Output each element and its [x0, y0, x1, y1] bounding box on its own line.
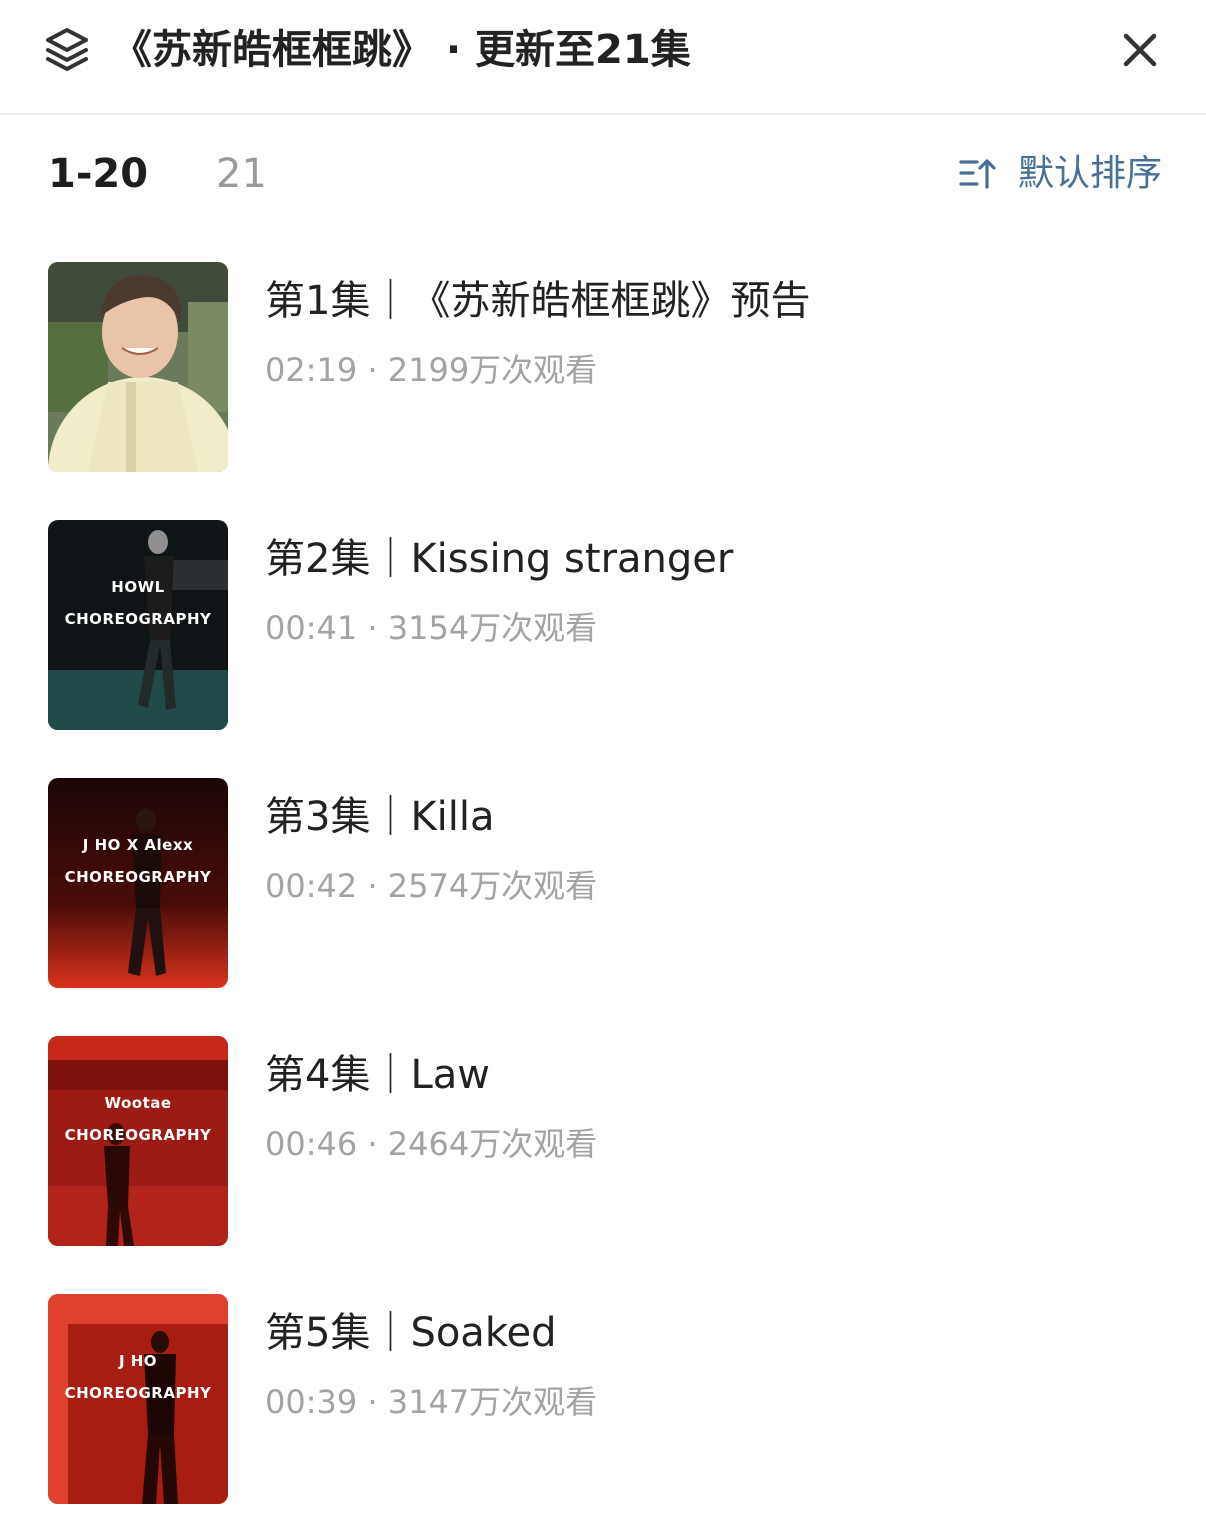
episode-item-2[interactable]: HOWL CHOREOGRAPHY 第2集｜Kissing stranger 0…	[48, 520, 1168, 732]
tab-range-21[interactable]: 21	[216, 148, 267, 200]
thumbnail-caption: CHOREOGRAPHY	[64, 1126, 212, 1144]
episode-thumbnail	[48, 262, 228, 472]
series-title: 《苏新皓框框跳》 · 更新至21集	[112, 27, 691, 73]
thumbnail-caption: CHOREOGRAPHY	[64, 868, 212, 886]
thumbnail-caption: HOWL	[111, 578, 165, 596]
episode-item-3[interactable]: J HO X Alexx CHOREOGRAPHY 第3集｜Killa 00:4…	[48, 778, 1168, 990]
layers-icon	[46, 28, 88, 71]
episode-thumbnail: J HO CHOREOGRAPHY	[48, 1294, 228, 1504]
episode-meta: 00:42 · 2574万次观看	[265, 867, 598, 905]
close-icon[interactable]	[1118, 28, 1162, 72]
episode-title: 第4集｜Law	[265, 1052, 490, 1098]
thumbnail-caption: J HO X Alexx	[82, 836, 194, 854]
sort-icon	[959, 159, 996, 189]
tab-range-1-20[interactable]: 1-20	[48, 148, 148, 200]
episode-thumbnail: HOWL CHOREOGRAPHY	[48, 520, 228, 730]
episode-title: 第1集｜《苏新皓框框跳》预告	[265, 278, 811, 324]
episode-item-1[interactable]: 第1集｜《苏新皓框框跳》预告 02:19 · 2199万次观看	[48, 262, 1168, 474]
episode-item-5[interactable]: J HO CHOREOGRAPHY 第5集｜Soaked 00:39 · 314…	[48, 1294, 1168, 1506]
episode-meta: 02:19 · 2199万次观看	[265, 351, 598, 389]
sort-label: 默认排序	[1018, 153, 1163, 194]
episode-thumbnail: Wootae CHOREOGRAPHY	[48, 1036, 228, 1246]
thumbnail-caption: CHOREOGRAPHY	[64, 610, 212, 628]
episode-meta: 00:39 · 3147万次观看	[265, 1383, 598, 1421]
thumbnail-caption: CHOREOGRAPHY	[64, 1384, 212, 1402]
header: 《苏新皓框框跳》 · 更新至21集	[0, 0, 1206, 115]
episode-title: 第5集｜Soaked	[265, 1310, 557, 1356]
episode-thumbnail: J HO X Alexx CHOREOGRAPHY	[48, 778, 228, 988]
episode-title: 第2集｜Kissing stranger	[265, 536, 734, 582]
episode-meta: 00:46 · 2464万次观看	[265, 1125, 598, 1163]
episode-item-4[interactable]: Wootae CHOREOGRAPHY 第4集｜Law 00:46 · 2464…	[48, 1036, 1168, 1248]
episode-meta: 00:41 · 3154万次观看	[265, 609, 598, 647]
thumbnail-caption: Wootae	[104, 1094, 172, 1112]
thumbnail-caption: J HO	[118, 1352, 158, 1370]
episode-title: 第3集｜Killa	[265, 794, 495, 840]
